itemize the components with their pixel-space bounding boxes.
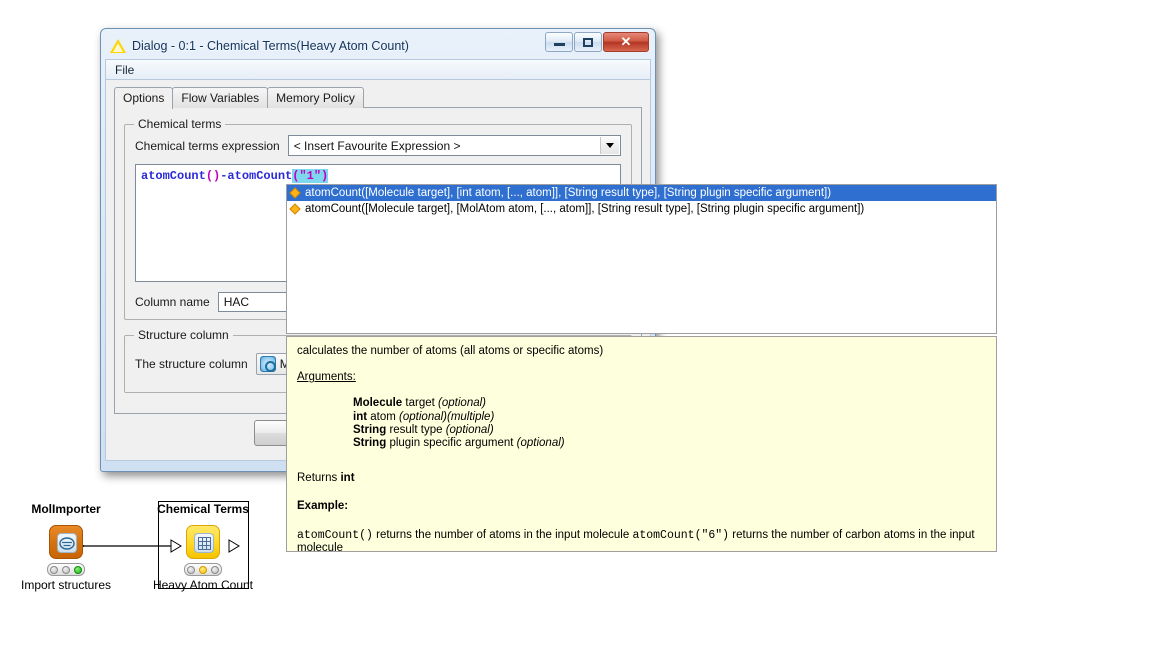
status-led-gray (62, 566, 70, 574)
node-molimporter-title: MolImporter (8, 502, 124, 516)
molecule-face-glyph (59, 537, 75, 550)
dialog-title: Dialog - 0:1 - Chemical Terms(Heavy Atom… (132, 39, 409, 53)
doc-argument-row: int atom (optional)(multiple) (353, 411, 986, 424)
doc-argument-row: Molecule target (optional) (353, 397, 986, 410)
autocomplete-item-1[interactable]: atomCount([Molecule target], [MolAtom at… (287, 201, 996, 217)
node-chemical-terms[interactable]: Chemical Terms Heavy Atom Count (145, 502, 261, 592)
autocomplete-item-0-label: atomCount([Molecule target], [int atom, … (305, 187, 831, 199)
doc-argument-row: String result type (optional) (353, 424, 986, 437)
autocomplete-popup[interactable]: atomCount([Molecule target], [int atom, … (286, 184, 997, 334)
doc-arguments-heading: Arguments: (297, 371, 356, 383)
chevron-down-icon[interactable] (600, 137, 619, 154)
chemical-terms-group-legend: Chemical terms (134, 117, 225, 131)
autocomplete-item-0[interactable]: atomCount([Molecule target], [int atom, … (287, 185, 996, 201)
node-molimporter-subtitle: Import structures (8, 578, 124, 592)
structure-column-group-legend: Structure column (134, 328, 233, 342)
doc-returns-type: int (340, 472, 354, 484)
structure-column-label: The structure column (135, 357, 248, 371)
status-led-gray (50, 566, 58, 574)
doc-example-heading: Example: (297, 500, 986, 513)
doc-returns-row: Returns int (297, 472, 986, 485)
column-name-label: Column name (135, 295, 210, 309)
molimporter-glyph (57, 533, 77, 553)
doc-example-text-1: returns the number of atoms in the input… (373, 529, 633, 541)
editor-token-fn1: atomCount (141, 169, 206, 183)
editor-token-parens: () (206, 169, 220, 183)
expression-label: Chemical terms expression (135, 139, 280, 153)
molimporter-status-bar (47, 563, 85, 576)
doc-argument-type: String (353, 424, 386, 436)
doc-argument-type: int (353, 411, 367, 423)
doc-example-code-1: atomCount() (297, 529, 373, 542)
editor-token-fn2: atomCount (227, 169, 292, 183)
doc-argument-note: (optional) (438, 397, 486, 409)
close-button[interactable]: ✕ (603, 32, 649, 52)
doc-argument-note: (optional) (517, 437, 565, 449)
knime-workflow-canvas[interactable]: MolImporter Import structures Chemical (0, 490, 290, 610)
editor-token-highlighted-arg: ("1") (292, 169, 328, 183)
node-molimporter[interactable]: MolImporter Import structures (8, 502, 124, 592)
doc-returns-label: Returns (297, 472, 337, 484)
expression-combo-row: Chemical terms expression < Insert Favou… (135, 135, 621, 156)
minimize-button[interactable] (545, 32, 573, 52)
dialog-menubar[interactable]: File (105, 59, 651, 79)
autocomplete-item-1-label: atomCount([Molecule target], [MolAtom at… (305, 203, 864, 215)
doc-argument-note: (optional)(multiple) (399, 411, 494, 423)
warning-triangle-icon (110, 38, 126, 54)
doc-summary: calculates the number of atoms (all atom… (297, 345, 986, 358)
window-buttons[interactable]: ✕ (544, 32, 649, 54)
doc-argument-name: plugin specific argument (389, 437, 513, 449)
doc-argument-name: target (405, 397, 434, 409)
doc-argument-type: String (353, 437, 386, 449)
molecule-icon (260, 356, 276, 372)
grid-icon (198, 537, 211, 550)
doc-example-body: atomCount() returns the number of atoms … (297, 529, 986, 555)
dialog-titlebar[interactable]: Dialog - 0:1 - Chemical Terms(Heavy Atom… (105, 32, 651, 59)
maximize-button[interactable] (574, 32, 602, 52)
tab-options[interactable]: Options (114, 87, 173, 109)
doc-argument-row: String plugin specific argument (optiona… (353, 437, 986, 450)
menu-item-file[interactable]: File (115, 63, 134, 77)
screen: MolImporter Import structures Chemical (0, 0, 1152, 648)
status-led-green (74, 566, 82, 574)
molimporter-node-icon[interactable] (49, 525, 83, 559)
chemical-terms-glyph (194, 533, 214, 553)
tab-memory-policy[interactable]: Memory Policy (267, 87, 364, 108)
diamond-bullet-icon (289, 187, 300, 198)
favourite-expression-value: < Insert Favourite Expression > (289, 139, 461, 153)
doc-argument-name: result type (389, 424, 442, 436)
favourite-expression-combo[interactable]: < Insert Favourite Expression > (288, 135, 621, 156)
autocomplete-documentation-panel: calculates the number of atoms (all atom… (286, 336, 997, 552)
doc-argument-name: atom (370, 411, 396, 423)
tab-flow-variables[interactable]: Flow Variables (172, 87, 268, 108)
chemical-terms-node-icon[interactable] (186, 525, 220, 559)
doc-argument-type: Molecule (353, 397, 402, 409)
diamond-bullet-icon (289, 203, 300, 214)
doc-argument-note: (optional) (446, 424, 494, 436)
doc-example-code-2: atomCount("6") (632, 529, 729, 542)
dialog-tabs[interactable]: Options Flow Variables Memory Policy (114, 86, 642, 108)
